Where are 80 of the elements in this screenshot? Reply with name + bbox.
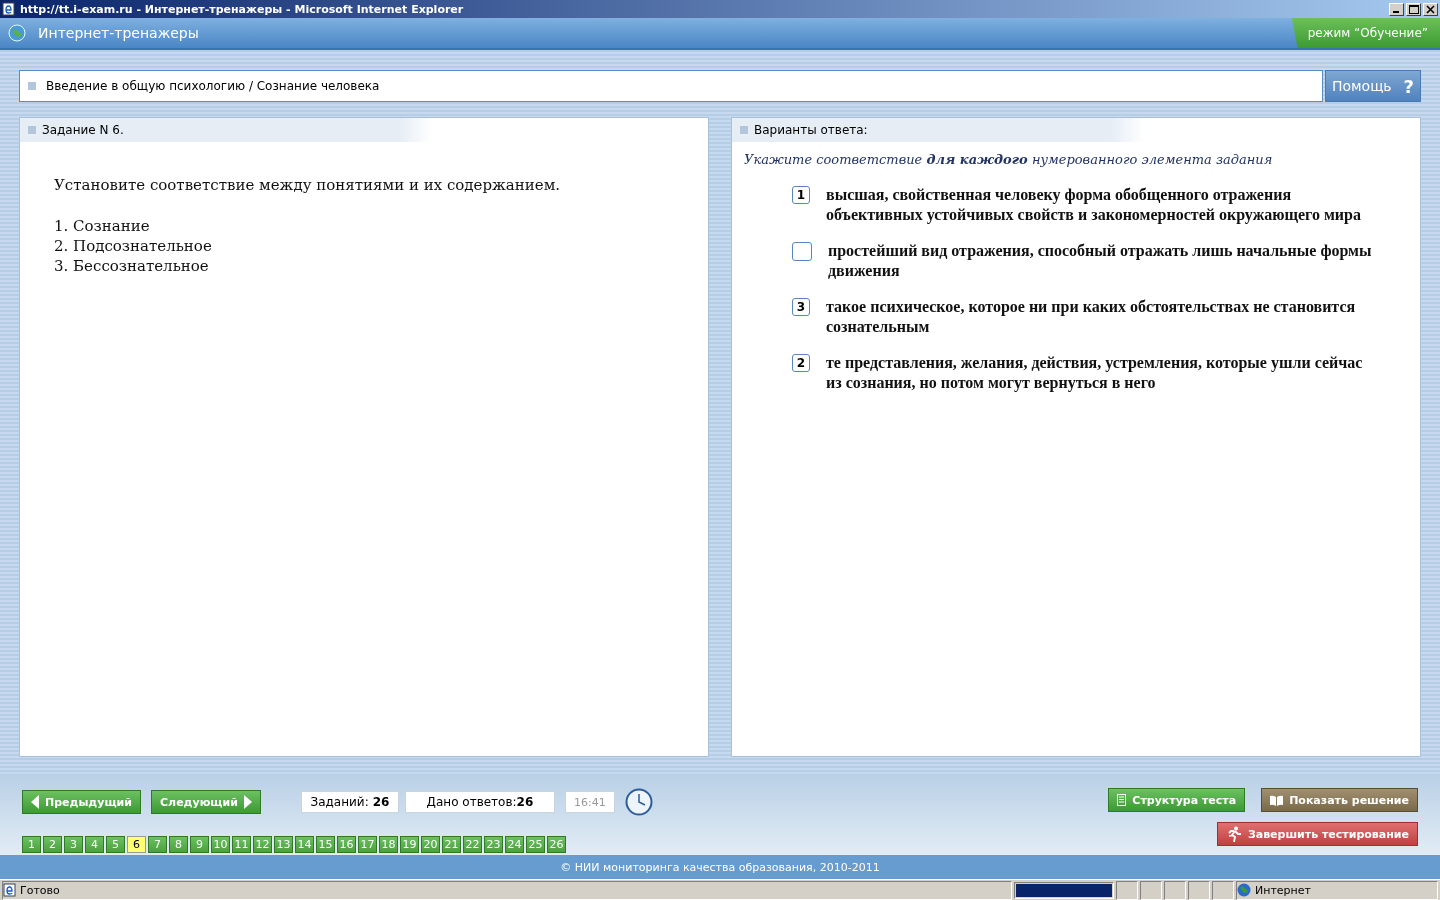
page-number-button[interactable]: 12	[253, 836, 272, 853]
show-solution-button[interactable]: Показать решение	[1261, 788, 1418, 812]
status-panel	[1212, 880, 1234, 900]
right-triangle-icon	[243, 795, 252, 809]
page-number-button[interactable]: 8	[169, 836, 188, 853]
globe-icon	[1237, 883, 1251, 897]
status-panel	[1188, 880, 1210, 900]
page-number-button[interactable]: 7	[148, 836, 167, 853]
book-icon	[1270, 794, 1284, 806]
page-number-button[interactable]: 22	[463, 836, 482, 853]
maximize-icon	[1409, 5, 1419, 14]
timer-display: 16:41	[564, 791, 615, 813]
left-triangle-icon	[31, 795, 39, 809]
page-number-button[interactable]: 19	[400, 836, 419, 853]
page-number-button[interactable]: 10	[211, 836, 230, 853]
option-text: простейший вид отражения, способный отражать лишь начальные формы движения	[828, 241, 1373, 281]
bullet-icon	[740, 126, 748, 134]
finish-button[interactable]: Завершить тестирование	[1216, 822, 1418, 846]
close-icon	[1426, 5, 1435, 14]
option-text: те представления, желания, действия, устремления, которые ушли сейчас из сознания, но потом могут вернуться в него	[826, 353, 1364, 393]
bullet-icon	[28, 82, 36, 90]
minimize-icon	[1393, 11, 1399, 13]
zone-text: Интернет	[1255, 883, 1311, 897]
page-number-button[interactable]: 5	[106, 836, 125, 853]
bullet-icon	[28, 126, 36, 134]
page-icon	[2, 2, 16, 16]
maximize-button[interactable]	[1406, 2, 1421, 16]
status-text: Готово	[20, 883, 60, 897]
tasks-counter: Заданий: 26	[300, 791, 399, 813]
page-number-button[interactable]: 25	[526, 836, 545, 853]
answer-box[interactable]: 3	[792, 298, 810, 316]
instruction-text: Укажите соответствие для каждого нумерованного элемента задания	[743, 151, 1274, 169]
help-button[interactable]: Помощь ?	[1325, 70, 1421, 102]
answers-counter: Дано ответов:26	[404, 791, 555, 813]
option-text: такое психическое, которое ни при каких обстоятельствах не становится сознательным	[826, 297, 1357, 337]
page-number-button[interactable]: 2	[43, 836, 62, 853]
clock-icon	[624, 788, 653, 816]
answer-box[interactable]: 1	[792, 186, 810, 204]
question-mark: ?	[1403, 75, 1415, 97]
copyright-text: © НИИ мониторинга качества образования, 2010-2011	[560, 860, 880, 874]
globe-icon	[8, 24, 26, 42]
page-icon	[3, 883, 17, 897]
page-number-button[interactable]: 17	[358, 836, 377, 853]
page-number-button[interactable]: 6	[127, 836, 146, 853]
next-button[interactable]: Следующий	[151, 790, 261, 814]
status-panel	[1164, 880, 1186, 900]
page-number-button[interactable]: 16	[337, 836, 356, 853]
page-number-button[interactable]: 4	[85, 836, 104, 853]
question-text: Установите соответствие между понятиями и их содержанием.	[54, 176, 562, 194]
option-text: высшая, свойственная человеку форма обобщенного отражения объективных устойчивых свойств и закономерностей окружающего мира	[826, 185, 1362, 225]
page-number-button[interactable]: 11	[232, 836, 251, 853]
page-number-button[interactable]: 1	[22, 836, 41, 853]
page-number-button[interactable]: 20	[421, 836, 440, 853]
page-number-button[interactable]: 23	[484, 836, 503, 853]
status-panel	[1140, 880, 1162, 900]
status-panel	[1116, 880, 1138, 900]
page-number-button[interactable]: 13	[274, 836, 293, 853]
page-number-button[interactable]: 15	[316, 836, 335, 853]
concept-item: 2. Подсознательное	[54, 236, 213, 256]
concept-item: 1. Сознание	[54, 216, 151, 236]
page-number-button[interactable]: 18	[379, 836, 398, 853]
minimize-button[interactable]	[1389, 2, 1404, 16]
panel-title: Задание N 6.	[42, 123, 124, 137]
page-number-button[interactable]: 14	[295, 836, 314, 853]
app-title: Интернет-тренажеры	[38, 25, 199, 41]
concept-item: 3. Бессознательное	[54, 256, 210, 276]
window-title: http://tt.i-exam.ru - Интернет-тренажеры - Microsoft Internet Explorer	[20, 2, 465, 16]
page-number-button[interactable]: 3	[64, 836, 83, 853]
page-number-button[interactable]: 9	[190, 836, 209, 853]
answer-box[interactable]: 2	[792, 354, 810, 372]
page-number-button[interactable]: 24	[505, 836, 524, 853]
previous-button[interactable]: Предыдущий	[22, 790, 141, 814]
page-number-button[interactable]: 21	[442, 836, 461, 853]
close-button[interactable]	[1423, 2, 1438, 16]
structure-button[interactable]: Структура теста	[1108, 788, 1246, 812]
document-icon	[1117, 794, 1127, 806]
panel-title: Варианты ответа:	[754, 123, 868, 137]
answer-box[interactable]	[792, 242, 812, 261]
breadcrumb-text: Введение в общую психологию / Сознание человека	[46, 79, 380, 93]
page-number-button[interactable]: 26	[547, 836, 566, 853]
